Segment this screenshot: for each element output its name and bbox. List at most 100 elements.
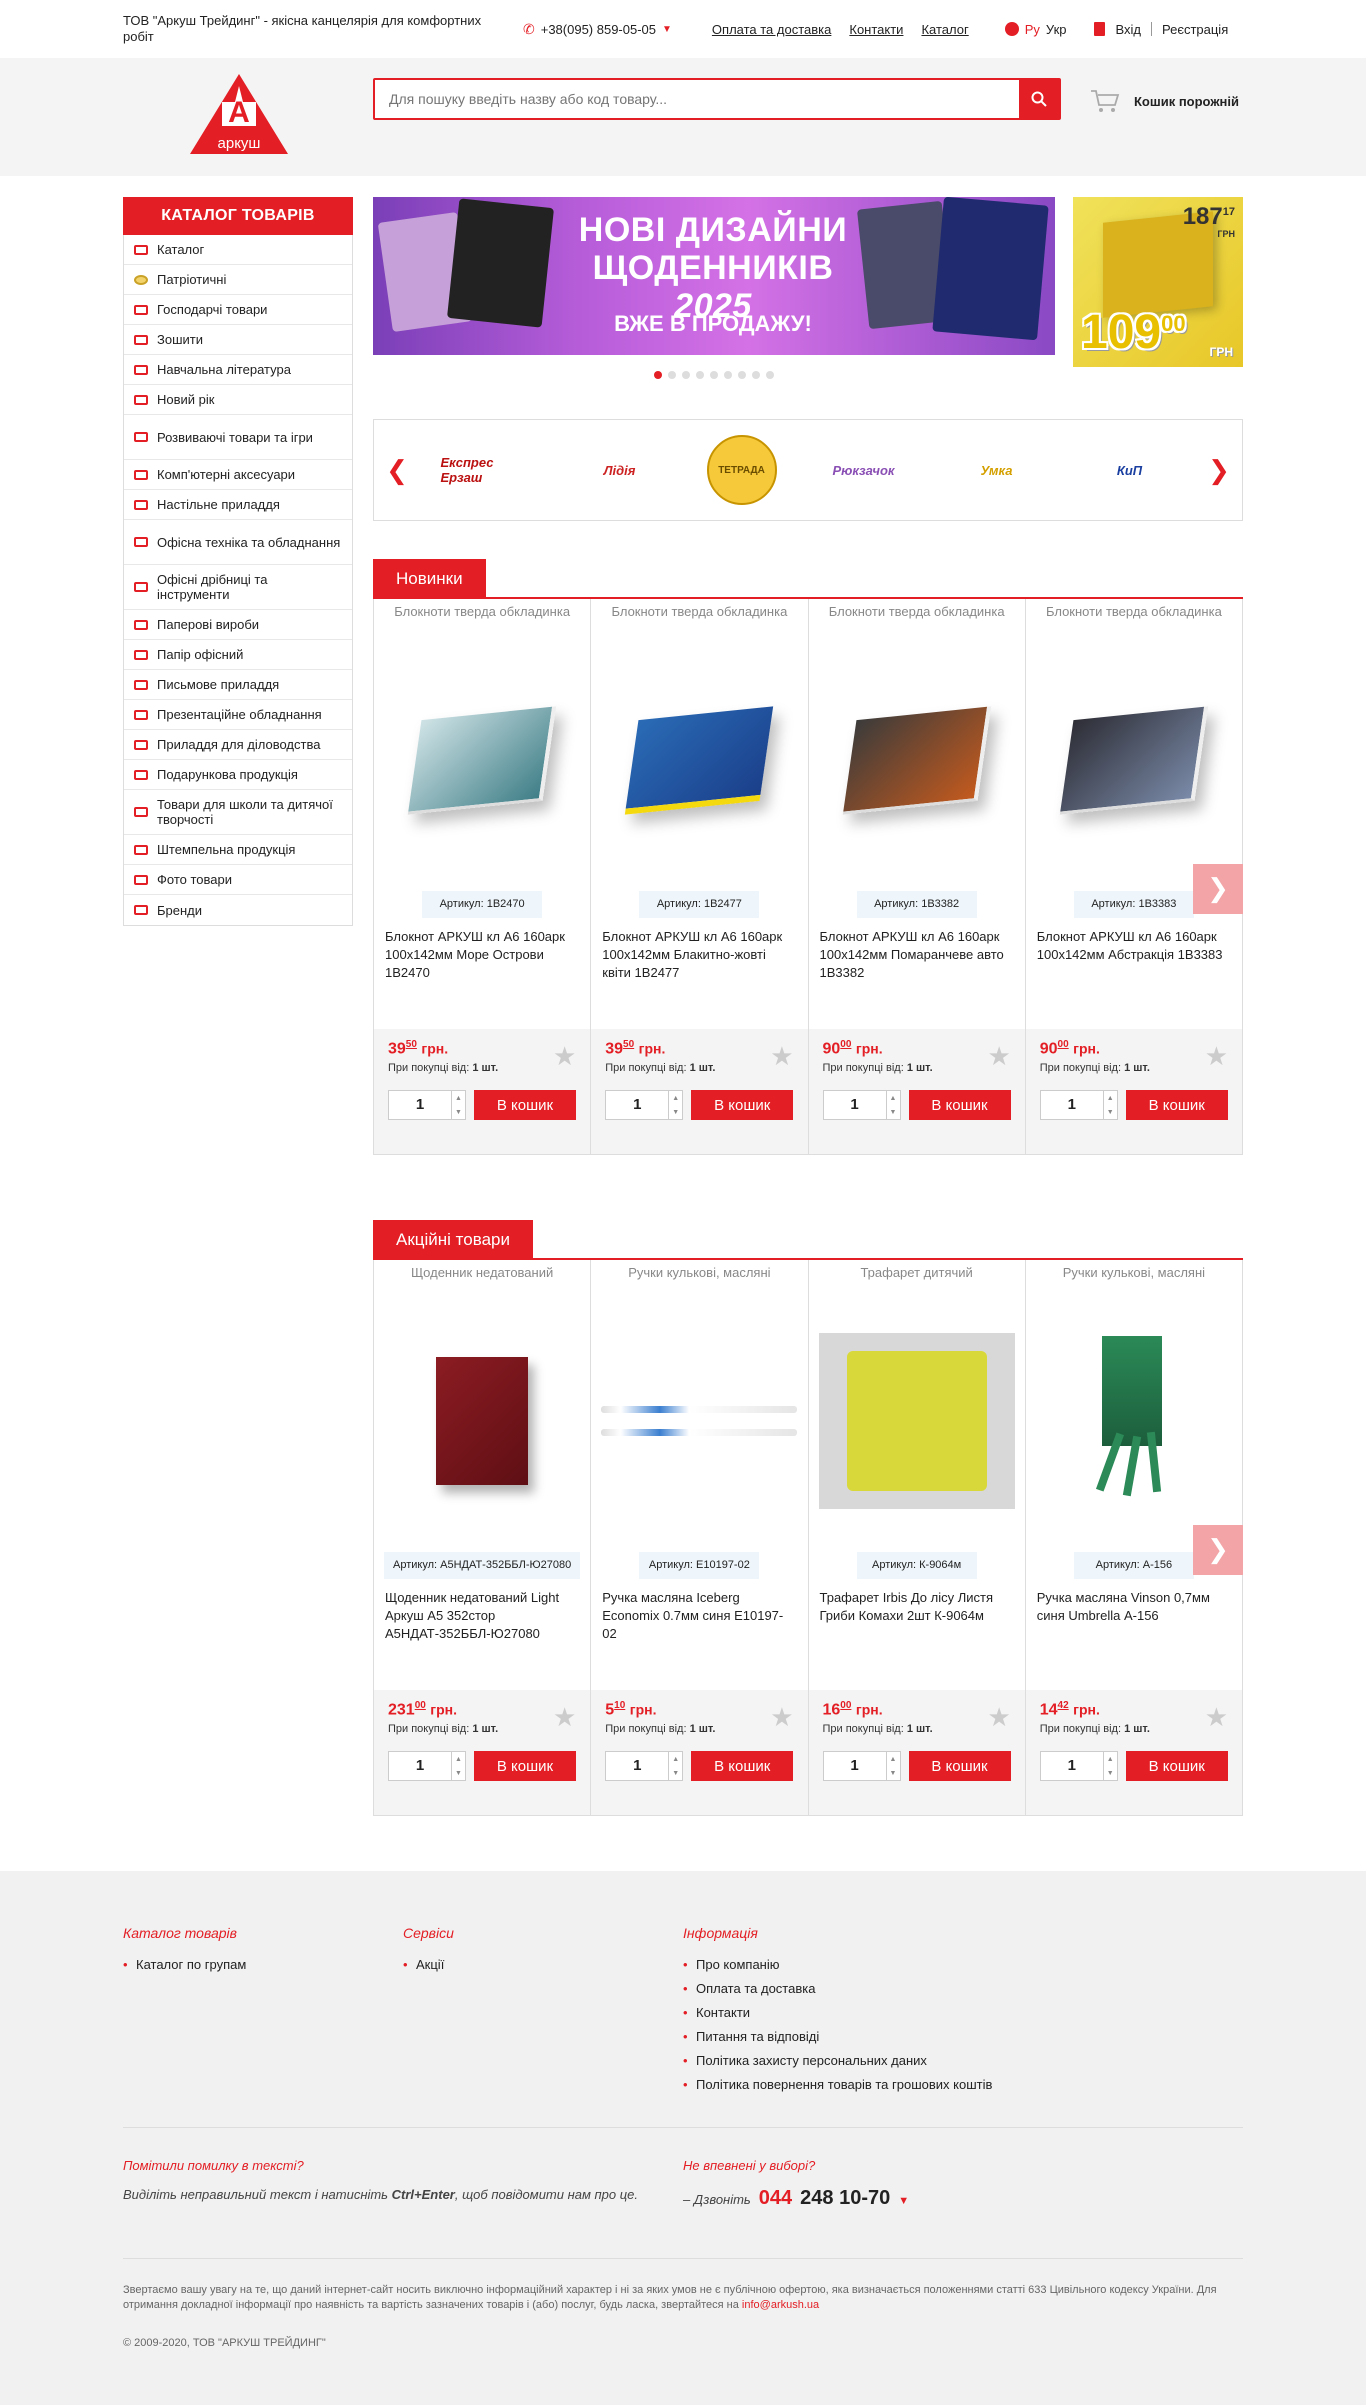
product-category[interactable]: Трафарет дитячий: [809, 1260, 1025, 1290]
product-name[interactable]: Щоденник недатований Light Аркуш А5 352с…: [374, 1579, 590, 1667]
carousel-dot[interactable]: [738, 371, 746, 379]
quantity-arrows[interactable]: ▲ ▼: [451, 1752, 465, 1781]
cart[interactable]: Кошик порожній: [1090, 88, 1239, 114]
product-category[interactable]: Ручки кулькові, масляні: [1026, 1260, 1242, 1290]
sidebar-item[interactable]: Подарункова продукція: [124, 760, 352, 790]
add-to-cart-button[interactable]: В кошик: [691, 1751, 794, 1782]
quantity-value[interactable]: 1: [824, 1752, 886, 1780]
product-category[interactable]: Блокноти тверда обкладинка: [374, 599, 590, 629]
chevron-up-icon[interactable]: ▲: [1107, 1095, 1114, 1102]
sidebar-item[interactable]: Презентаційне обладнання: [124, 700, 352, 730]
product-image[interactable]: [1026, 1290, 1242, 1552]
quantity-stepper[interactable]: 1 ▲ ▼: [605, 1751, 684, 1782]
quantity-arrows[interactable]: ▲ ▼: [1102, 1752, 1117, 1781]
chevron-up-icon[interactable]: ▲: [455, 1095, 462, 1102]
star-icon[interactable]: ★: [553, 1702, 576, 1733]
brands-prev-arrow[interactable]: ❮: [374, 455, 420, 486]
product-name[interactable]: Блокнот АРКУШ кл А6 160арк 100x142мм Бла…: [591, 918, 807, 1006]
product-image[interactable]: [809, 629, 1025, 891]
chevron-down-icon[interactable]: ▼: [898, 2195, 909, 2207]
product-name[interactable]: Блокнот АРКУШ кл А6 160арк 100x142мм Мор…: [374, 918, 590, 1006]
star-icon[interactable]: ★: [553, 1041, 576, 1072]
quantity-stepper[interactable]: 1 ▲ ▼: [1039, 1090, 1118, 1121]
quantity-arrows[interactable]: ▲ ▼: [668, 1752, 682, 1781]
quantity-arrows[interactable]: ▲ ▼: [668, 1091, 682, 1120]
products-next-arrow[interactable]: ❯: [1193, 864, 1243, 914]
star-icon[interactable]: ★: [770, 1702, 793, 1733]
chevron-down-icon[interactable]: ▼: [662, 24, 672, 35]
section-tab-sale[interactable]: Акційні товари: [373, 1220, 533, 1260]
link-catalog[interactable]: Каталог: [921, 22, 968, 37]
sidebar-item[interactable]: Каталог: [124, 235, 352, 265]
footer-link[interactable]: Політика повернення товарів та грошових …: [683, 2077, 1083, 2093]
brand-logo[interactable]: КиП: [1084, 439, 1176, 501]
carousel-dot[interactable]: [696, 371, 704, 379]
chevron-down-icon[interactable]: ▼: [672, 1109, 679, 1116]
product-category[interactable]: Блокноти тверда обкладинка: [809, 599, 1025, 629]
footer-link[interactable]: Оплата та доставка: [683, 1981, 1083, 1997]
link-payment-delivery[interactable]: Оплата та доставка: [712, 22, 831, 37]
chevron-down-icon[interactable]: ▼: [1107, 1770, 1114, 1777]
register-link[interactable]: Реєстрація: [1162, 22, 1228, 37]
chevron-up-icon[interactable]: ▲: [890, 1756, 897, 1763]
carousel-dot[interactable]: [752, 371, 760, 379]
quantity-arrows[interactable]: ▲ ▼: [885, 1091, 900, 1120]
carousel-dot[interactable]: [654, 371, 662, 379]
footer-link[interactable]: Акції: [403, 1957, 683, 1973]
sidebar-item[interactable]: Зошити: [124, 325, 352, 355]
carousel-dot[interactable]: [724, 371, 732, 379]
chevron-down-icon[interactable]: ▼: [455, 1109, 462, 1116]
chevron-up-icon[interactable]: ▲: [672, 1095, 679, 1102]
products-next-arrow[interactable]: ❯: [1193, 1525, 1243, 1575]
product-name[interactable]: Ручка масляна Vinson 0,7мм синя Umbrella…: [1026, 1579, 1242, 1667]
footer-link[interactable]: Контакти: [683, 2005, 1083, 2021]
star-icon[interactable]: ★: [987, 1041, 1010, 1072]
footer-link[interactable]: Каталог по групам: [123, 1957, 403, 1973]
chevron-down-icon[interactable]: ▼: [890, 1109, 897, 1116]
sidebar-item[interactable]: Навчальна література: [124, 355, 352, 385]
product-name[interactable]: Блокнот АРКУШ кл А6 160арк 100x142мм Абс…: [1026, 918, 1242, 1006]
call-phone[interactable]: – Дзвоніть 044 248 10-70 ▼: [683, 2187, 909, 2210]
chevron-up-icon[interactable]: ▲: [672, 1756, 679, 1763]
sidebar-item[interactable]: Штемпельна продукція: [124, 835, 352, 865]
quantity-value[interactable]: 1: [1041, 1091, 1103, 1119]
quantity-value[interactable]: 1: [1041, 1752, 1103, 1780]
sidebar-item[interactable]: Новий рік: [124, 385, 352, 415]
carousel-dot[interactable]: [682, 371, 690, 379]
sidebar-item[interactable]: Розвиваючі товари та ігри: [124, 415, 352, 460]
call-number[interactable]: 248 10-70: [800, 2187, 890, 2210]
quantity-arrows[interactable]: ▲ ▼: [451, 1091, 465, 1120]
product-image[interactable]: [1026, 629, 1242, 891]
phone-number[interactable]: +38(095) 859-05-05: [541, 22, 656, 37]
sidebar-item[interactable]: Комп'ютерні аксесуари: [124, 460, 352, 490]
brand-logo[interactable]: Умка: [951, 439, 1043, 501]
sidebar-item[interactable]: Приладдя для діловодства: [124, 730, 352, 760]
footer-link[interactable]: Політика захисту персональних даних: [683, 2053, 1083, 2069]
chevron-up-icon[interactable]: ▲: [890, 1095, 897, 1102]
chevron-up-icon[interactable]: ▲: [1107, 1756, 1114, 1763]
quantity-value[interactable]: 1: [606, 1091, 668, 1119]
add-to-cart-button[interactable]: В кошик: [474, 1090, 576, 1121]
quantity-arrows[interactable]: ▲ ▼: [1102, 1091, 1117, 1120]
star-icon[interactable]: ★: [987, 1702, 1010, 1733]
carousel-dot[interactable]: [668, 371, 676, 379]
carousel-dot[interactable]: [766, 371, 774, 379]
product-category[interactable]: Щоденник недатований: [374, 1260, 590, 1290]
quantity-value[interactable]: 1: [389, 1752, 451, 1780]
product-category[interactable]: Ручки кулькові, масляні: [591, 1260, 807, 1290]
cart-label[interactable]: Кошик порожній: [1134, 94, 1239, 109]
product-image[interactable]: [374, 1290, 590, 1552]
product-name[interactable]: Блокнот АРКУШ кл А6 160арк 100x142мм Пом…: [809, 918, 1025, 1006]
brand-logo[interactable]: Рюкзачок: [818, 439, 910, 501]
quantity-stepper[interactable]: 1 ▲ ▼: [388, 1751, 466, 1782]
sidebar-item[interactable]: Папір офісний: [124, 640, 352, 670]
email-link[interactable]: info@arkush.ua: [742, 2299, 819, 2311]
product-name[interactable]: Трафарет Irbis До лісу Листя Гриби Комах…: [809, 1579, 1025, 1667]
add-to-cart-button[interactable]: В кошик: [1125, 1751, 1228, 1782]
search-button[interactable]: [1019, 80, 1059, 118]
sidebar-item[interactable]: Письмове приладдя: [124, 670, 352, 700]
add-to-cart-button[interactable]: В кошик: [474, 1751, 576, 1782]
product-name[interactable]: Ручка масляна Iceberg Economix 0.7мм син…: [591, 1579, 807, 1667]
search-input[interactable]: [375, 80, 1019, 118]
section-tab-new[interactable]: Новинки: [373, 559, 486, 599]
